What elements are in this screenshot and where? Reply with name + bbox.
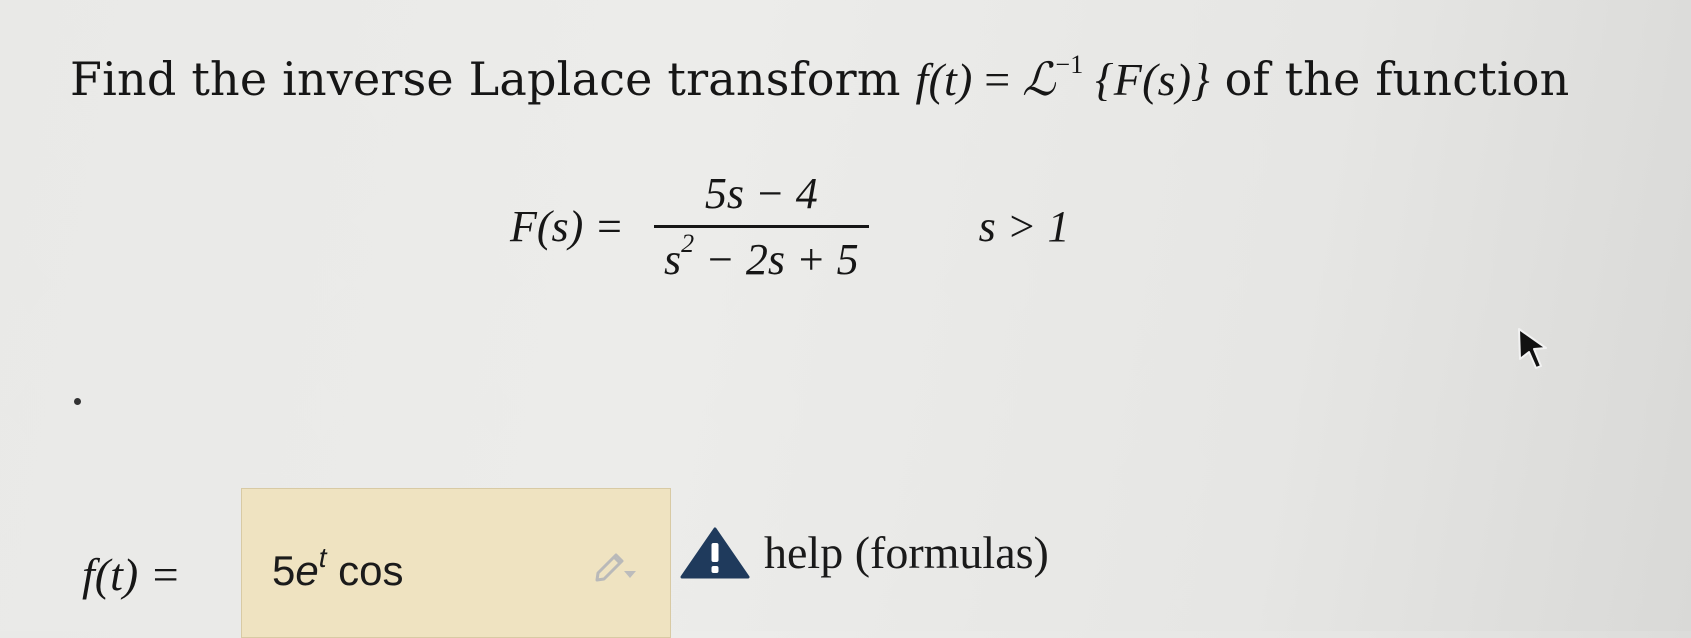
question-braced: {F(s)} [1083, 54, 1210, 105]
help-text: help (formulas) [764, 527, 1049, 578]
denominator-base: s [664, 235, 682, 284]
warning-triangle-icon [680, 527, 750, 578]
formula-fraction: 5s − 4 s2 − 2s + 5 [654, 168, 869, 285]
laplace-symbol: ℒ [1022, 52, 1056, 106]
question-f-of-t: f(t) [915, 54, 973, 105]
pencil-dropdown-icon[interactable] [592, 543, 640, 583]
function-formula: F(s) = 5s − 4 s2 − 2s + 5 s > 1 [510, 168, 1069, 285]
mouse-cursor-icon [1518, 328, 1547, 369]
formula-condition: s > 1 [978, 202, 1070, 251]
laplace-exponent: −1 [1055, 50, 1084, 79]
answer-label: f(t) = [82, 549, 181, 600]
help-formulas-link[interactable]: help (formulas) [680, 526, 1049, 579]
answer-value: 5et cos [272, 544, 404, 595]
stray-dot [74, 398, 81, 405]
denominator-rest: − 2s + 5 [694, 235, 859, 284]
answer-exponent: t [318, 542, 327, 573]
formula-denominator: s2 − 2s + 5 [654, 228, 869, 285]
question-text: Find the inverse Laplace transform f(t) … [70, 50, 1570, 107]
formula-lhs: F(s) = [510, 202, 624, 251]
question-equals: = [972, 54, 1023, 105]
answer-input[interactable]: 5et cos [241, 488, 671, 638]
answer-coef: 5 [272, 547, 296, 594]
denominator-exponent: 2 [681, 229, 695, 258]
answer-e: e [295, 547, 319, 594]
formula-numerator: 5s − 4 [704, 169, 818, 218]
question-prefix: Find the inverse Laplace transform [70, 52, 916, 106]
question-suffix: of the function [1209, 52, 1570, 106]
answer-func: cos [326, 547, 404, 594]
